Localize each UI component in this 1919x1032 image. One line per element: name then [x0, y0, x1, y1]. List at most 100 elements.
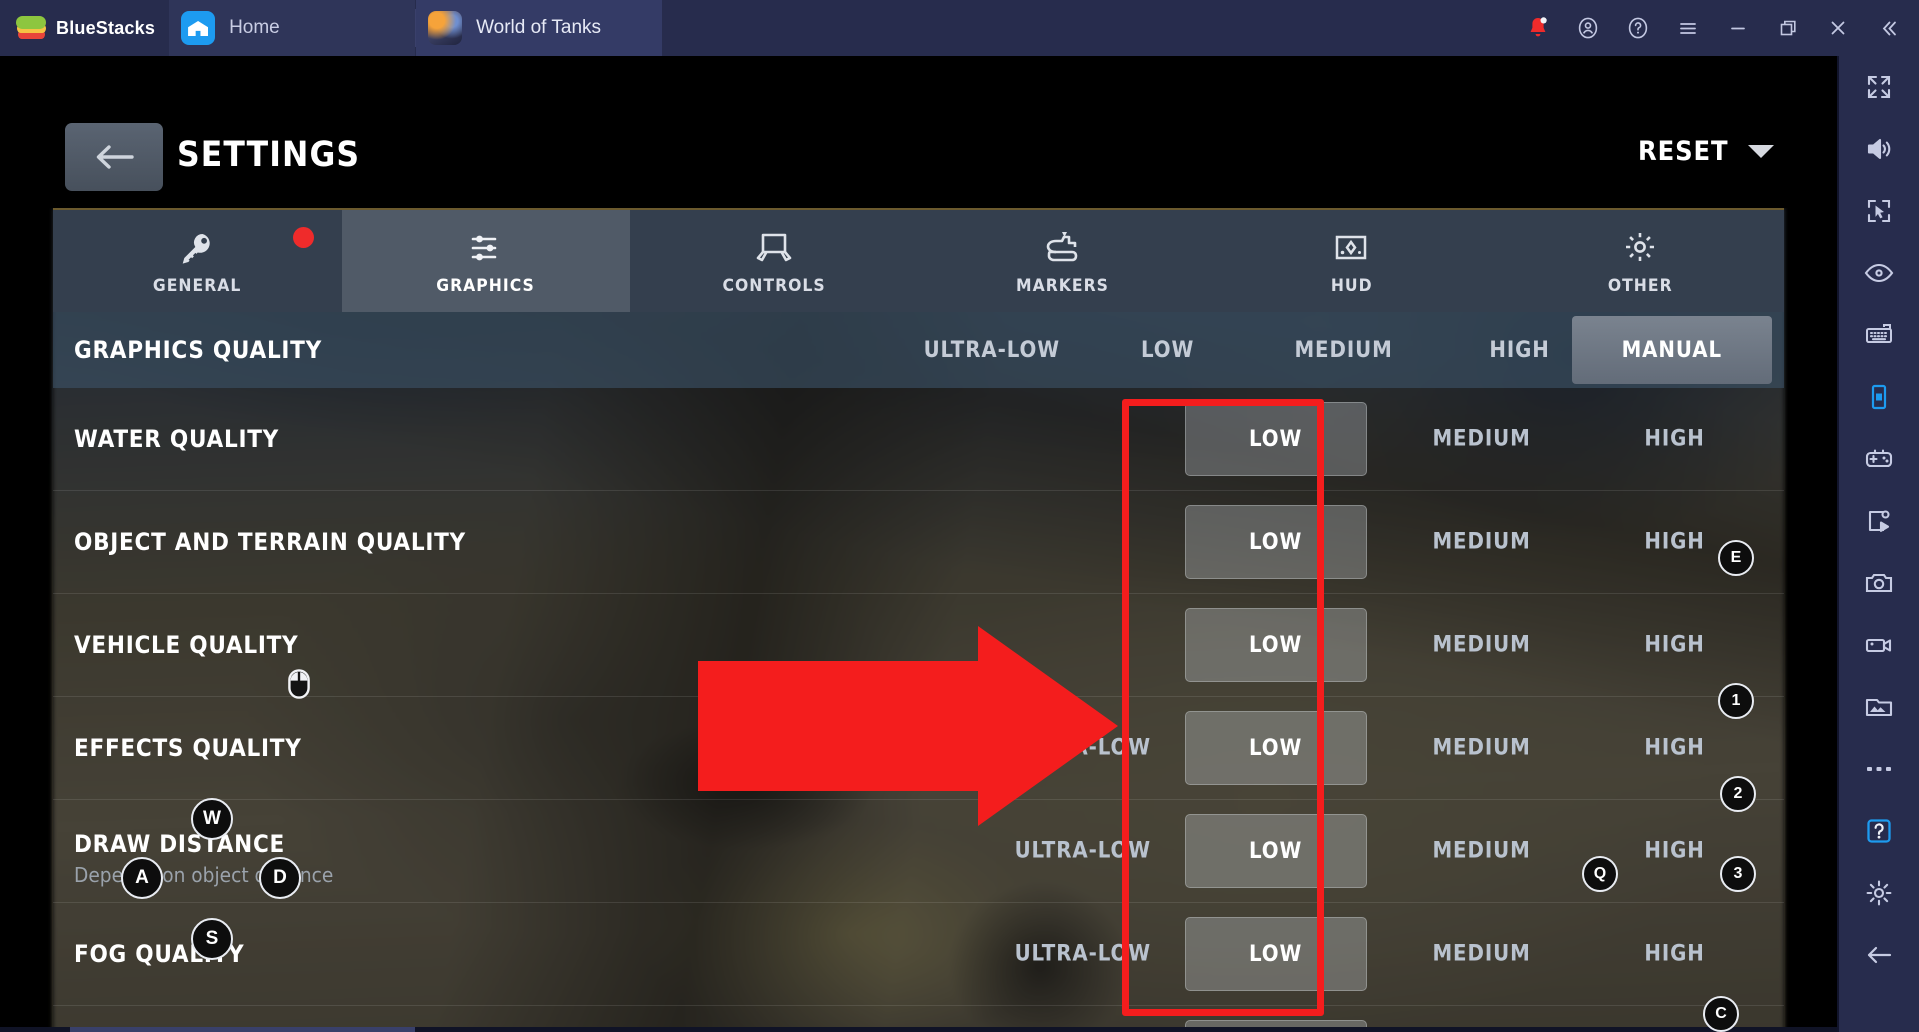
sliders-icon	[466, 226, 506, 268]
option-high[interactable]: HIGH	[1595, 736, 1755, 761]
home-icon	[181, 11, 216, 45]
keymap-bubble-3[interactable]: 3	[1720, 856, 1756, 892]
tab-markers[interactable]: MARKERS	[919, 210, 1208, 312]
keymap-bubble-a[interactable]: A	[121, 857, 163, 899]
help-icon[interactable]	[1613, 0, 1663, 56]
keymap-bubble-e[interactable]: E	[1718, 540, 1754, 576]
tab-graphics[interactable]: GRAPHICS	[341, 210, 630, 312]
keymap-bubble-2[interactable]: 2	[1720, 776, 1756, 812]
option-high-label: HIGH	[1644, 735, 1706, 761]
option-high-label: HIGH	[1644, 632, 1706, 658]
back-icon[interactable]	[1848, 924, 1910, 986]
tab-world-of-tanks[interactable]: World of Tanks	[416, 0, 663, 56]
preset-ultra-low[interactable]: ULTRA-LOW	[896, 312, 1088, 388]
tab-hud[interactable]: HUD	[1207, 210, 1496, 312]
option-medium[interactable]: MEDIUM	[1387, 427, 1577, 452]
gamepad-icon	[753, 226, 795, 268]
menu-icon[interactable]	[1663, 0, 1713, 56]
tab-home[interactable]: Home	[169, 0, 416, 56]
tab-home-label: Home	[229, 17, 280, 38]
settings-tabstrip: GENERAL GRAPHICS CONTROLS MARKERS HUD OT…	[53, 208, 1784, 312]
settings-gear-icon[interactable]	[1848, 862, 1910, 924]
option-high-label: HIGH	[1644, 529, 1706, 555]
tab-general[interactable]: GENERAL	[53, 210, 342, 312]
option-medium[interactable]: MEDIUM	[1387, 736, 1577, 761]
media-manager-icon[interactable]	[1848, 676, 1910, 738]
gear-icon	[1620, 226, 1660, 268]
key-icon	[177, 226, 217, 268]
option-medium-label: MEDIUM	[1432, 735, 1532, 761]
tab-controls[interactable]: CONTROLS	[630, 210, 919, 312]
option-medium-label: MEDIUM	[1432, 838, 1532, 864]
bluestacks-brand: BlueStacks	[0, 0, 169, 56]
preset-low-label: LOW	[1141, 337, 1195, 363]
close-icon[interactable]	[1813, 0, 1863, 56]
graphics-quality-label: GRAPHICS QUALITY	[74, 336, 323, 364]
keyboard-icon[interactable]	[1848, 304, 1910, 366]
keymap-bubble-c[interactable]: C	[1703, 996, 1739, 1032]
record-icon[interactable]	[1848, 614, 1910, 676]
phone-rotate-icon[interactable]	[1848, 366, 1910, 428]
option-high[interactable]: HIGH	[1595, 633, 1755, 658]
back-button[interactable]	[65, 123, 163, 191]
mouse-right-click-icon	[288, 669, 310, 699]
tab-hud-label: HUD	[1330, 276, 1373, 296]
restore-icon[interactable]	[1763, 0, 1813, 56]
option-high[interactable]: HIGH	[1595, 942, 1755, 967]
volume-icon[interactable]	[1848, 118, 1910, 180]
pointer-arrow-right	[698, 626, 1118, 826]
keymap-bubble-q[interactable]: Q	[1582, 856, 1618, 892]
row-object-and-terrain-quality: OBJECT AND TERRAIN QUALITY LOW MEDIUM HI…	[53, 491, 1784, 594]
preset-medium-label: MEDIUM	[1294, 337, 1394, 363]
screenshot-icon[interactable]	[1848, 552, 1910, 614]
row-label: VEHICLE QUALITY	[74, 631, 299, 659]
fullscreen-icon[interactable]	[1848, 56, 1910, 118]
bluestacks-brand-label: BlueStacks	[56, 17, 156, 38]
preset-medium[interactable]: MEDIUM	[1248, 312, 1440, 388]
keymap-bubble-d[interactable]: D	[259, 857, 301, 899]
account-icon[interactable]	[1563, 0, 1613, 56]
settings-header: SETTINGS RESET	[0, 56, 1837, 208]
bluestacks-logo-icon	[16, 15, 46, 41]
preset-manual-label: MANUAL	[1621, 337, 1723, 363]
game-viewport: SETTINGS RESET GENERAL GRAPHICS CONTROLS…	[0, 56, 1837, 1032]
more-icon[interactable]	[1848, 738, 1910, 800]
tank-icon	[1041, 226, 1085, 268]
notifications-icon[interactable]	[1513, 0, 1563, 56]
bluestacks-sidebar	[1837, 56, 1919, 1032]
option-high[interactable]: HIGH	[1595, 427, 1755, 452]
macro-icon[interactable]	[1848, 490, 1910, 552]
gamepad-icon[interactable]	[1848, 428, 1910, 490]
bluestacks-window: BlueStacks Home World of Tanks SETTINGS …	[0, 0, 1919, 1032]
preset-low[interactable]: LOW	[1088, 312, 1248, 388]
option-medium[interactable]: MEDIUM	[1387, 942, 1577, 967]
option-medium[interactable]: MEDIUM	[1387, 633, 1577, 658]
option-medium-label: MEDIUM	[1432, 632, 1532, 658]
preset-manual[interactable]: MANUAL	[1572, 316, 1772, 384]
option-medium-label: MEDIUM	[1432, 426, 1532, 452]
keymap-bubble-w[interactable]: W	[191, 798, 233, 840]
keymap-bubble-1[interactable]: 1	[1718, 683, 1754, 719]
collapse-icon[interactable]	[1863, 0, 1913, 56]
tab-other-label: OTHER	[1607, 276, 1673, 296]
row-label: DRAW DISTANCE	[74, 830, 286, 858]
tab-other[interactable]: OTHER	[1496, 210, 1785, 312]
game-thumbnail-icon	[428, 11, 463, 45]
keymap-bubble-s[interactable]: S	[191, 918, 233, 960]
reset-button[interactable]: RESET	[1633, 136, 1774, 167]
option-medium[interactable]: MEDIUM	[1387, 530, 1577, 555]
graphics-quality-row: GRAPHICS QUALITY ULTRA-LOW LOW MEDIUM HI…	[53, 312, 1784, 388]
help-icon[interactable]	[1848, 800, 1910, 862]
tab-controls-label: CONTROLS	[722, 276, 826, 296]
cursor-select-icon[interactable]	[1848, 180, 1910, 242]
navbar-indicator	[70, 1027, 415, 1032]
minimap-icon	[1330, 226, 1372, 268]
window-title-bar: BlueStacks Home World of Tanks	[0, 0, 1919, 56]
page-title: SETTINGS	[177, 135, 361, 175]
minimize-icon[interactable]	[1713, 0, 1763, 56]
eye-icon[interactable]	[1848, 242, 1910, 304]
row-fog-quality: FOG QUALITY ULTRA-LOW LOW MEDIUM HIGH	[53, 903, 1784, 1006]
option-medium[interactable]: MEDIUM	[1387, 839, 1577, 864]
option-medium-label: MEDIUM	[1432, 529, 1532, 555]
option-high-label: HIGH	[1644, 426, 1706, 452]
